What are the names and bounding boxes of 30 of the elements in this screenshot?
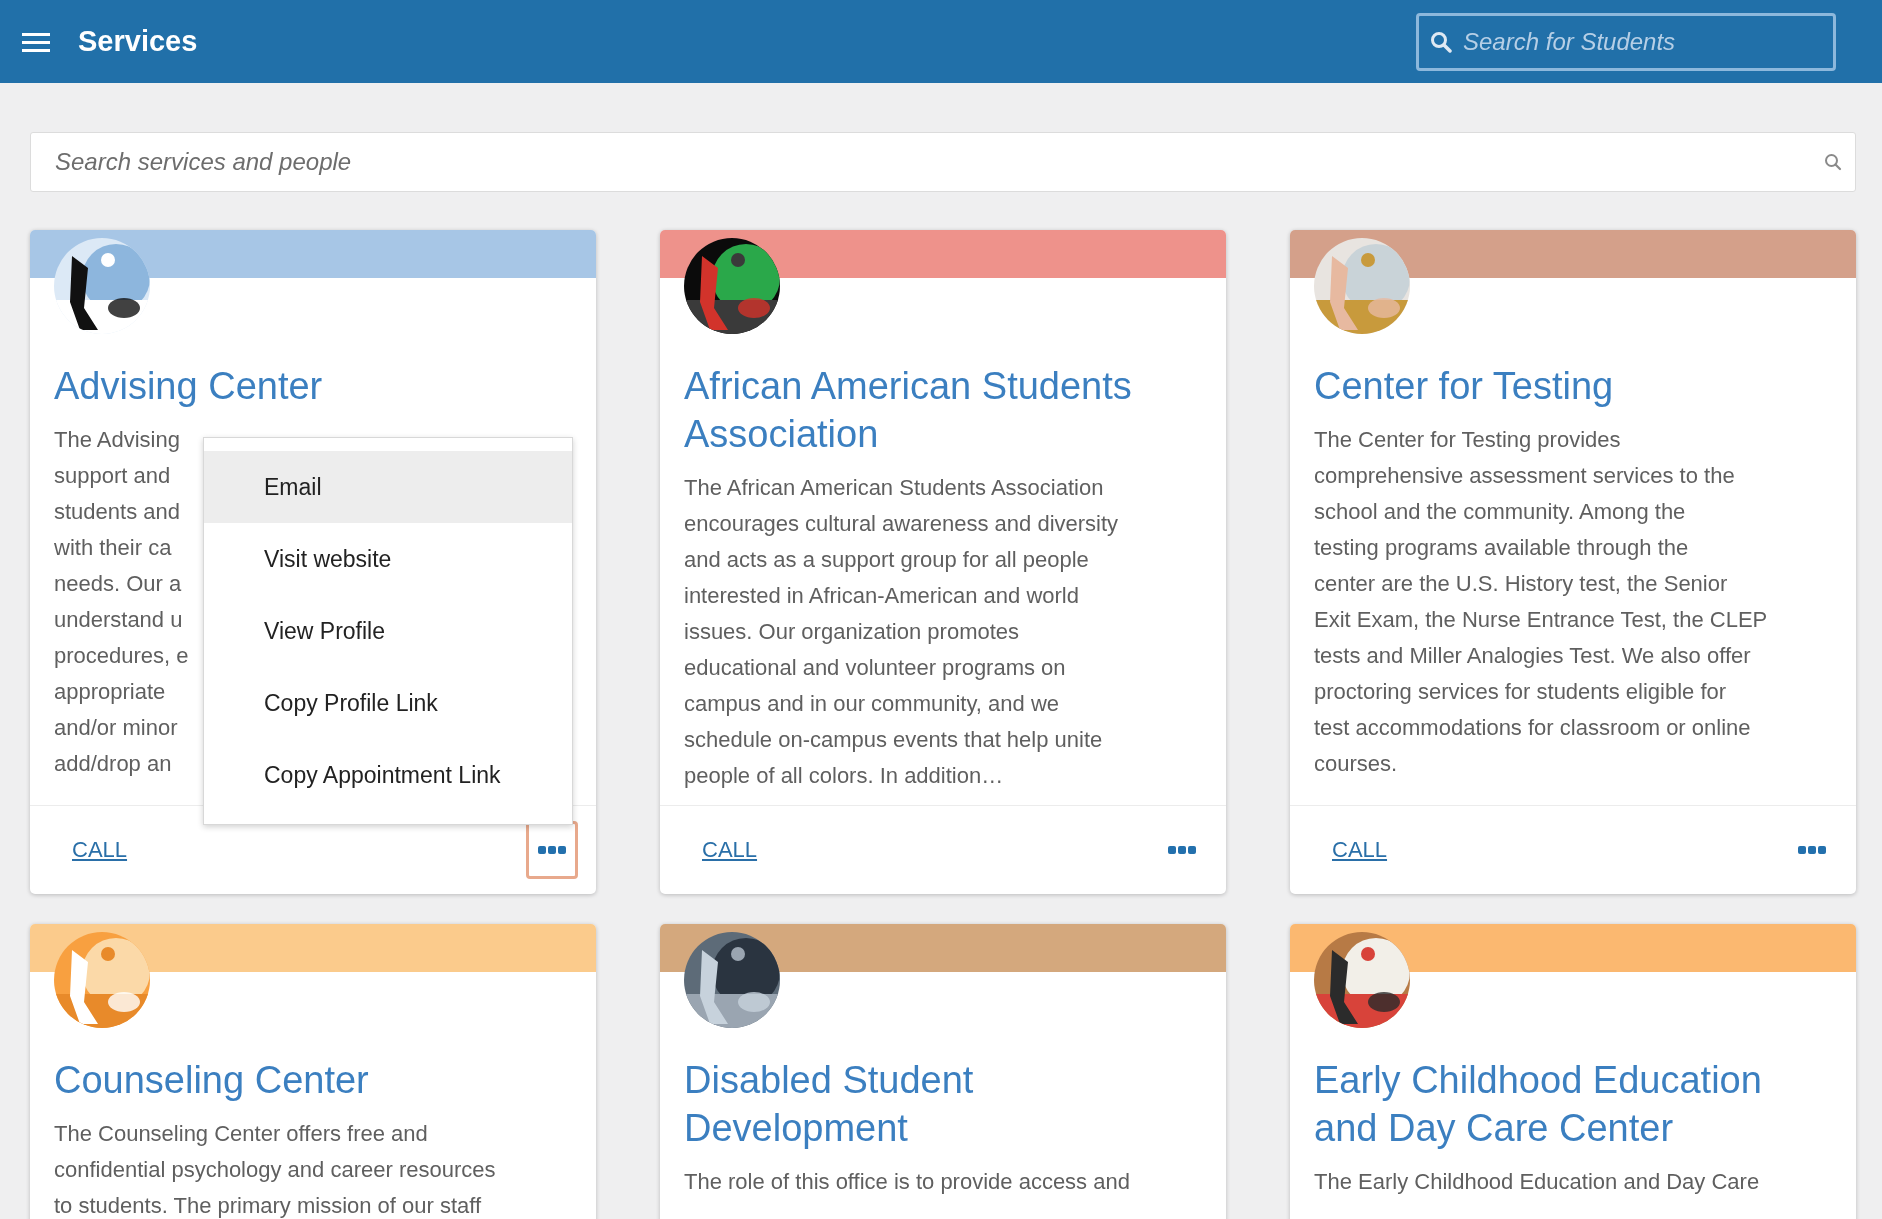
service-description: The Early Childhood Education and Day Care <box>1314 1168 1760 1196</box>
page-title: Services <box>78 25 198 58</box>
service-description: The Advising support and students and with their ca needs. Our a understand u procedures, e appropriate and/or minor add/drop an <box>54 426 189 778</box>
more-icon <box>1798 845 1826 855</box>
call-link[interactable]: CALL <box>1332 837 1388 863</box>
service-title[interactable]: Disabled Student Development <box>684 1056 1174 1152</box>
menu-icon[interactable] <box>22 31 50 52</box>
service-title[interactable]: Counseling Center <box>54 1056 544 1104</box>
menu-item[interactable]: Visit website <box>204 523 572 595</box>
menu-item[interactable]: Copy Appointment Link <box>204 739 572 811</box>
more-options-button[interactable] <box>526 821 578 879</box>
service-title[interactable]: Advising Center <box>54 362 544 410</box>
call-link[interactable]: CALL <box>72 837 128 863</box>
menu-item[interactable]: Email <box>204 451 572 523</box>
menu-item[interactable]: View Profile <box>204 595 572 667</box>
service-title[interactable]: African American Students Association <box>684 362 1174 458</box>
call-link[interactable]: CALL <box>702 837 758 863</box>
search-icon <box>1430 30 1452 53</box>
more-icon <box>538 845 566 855</box>
more-icon <box>1168 845 1196 855</box>
service-description: The African American Students Association encourages cultural awareness and diversity and acts as a support group for all people interested in African-American and world issues. Our organization promotes educational and volunteer programs on campus and in our community, and we schedule on-campus events that help unite people of all colors. In addition… <box>684 474 1119 790</box>
service-description: The role of this office is to provide access and <box>684 1168 1130 1196</box>
search-icon <box>1824 153 1842 171</box>
service-title[interactable]: Center for Testing <box>1314 362 1804 410</box>
menu-item[interactable]: Copy Profile Link <box>204 667 572 739</box>
student-search-field[interactable]: Search for Students <box>1416 12 1836 71</box>
service-description: The Center for Testing provides comprehensive assessment services to the school and the community. Among the testing programs available through the center are the U.S. History test, the Senior Exit Exam, the Nurse Entrance Test, the CLEP tests and Miller Analogies Test. We also offer proctoring services for students eligible for test accommodations for classroom or online courses. <box>1314 426 1768 778</box>
service-description: The Counseling Center offers free and confidential psychology and career resources to students. The primary mission of our staff <box>54 1120 496 1219</box>
services-search-field[interactable]: Search services and people <box>30 132 1856 192</box>
service-title[interactable]: Early Childhood Education and Day Care Center <box>1314 1056 1804 1152</box>
